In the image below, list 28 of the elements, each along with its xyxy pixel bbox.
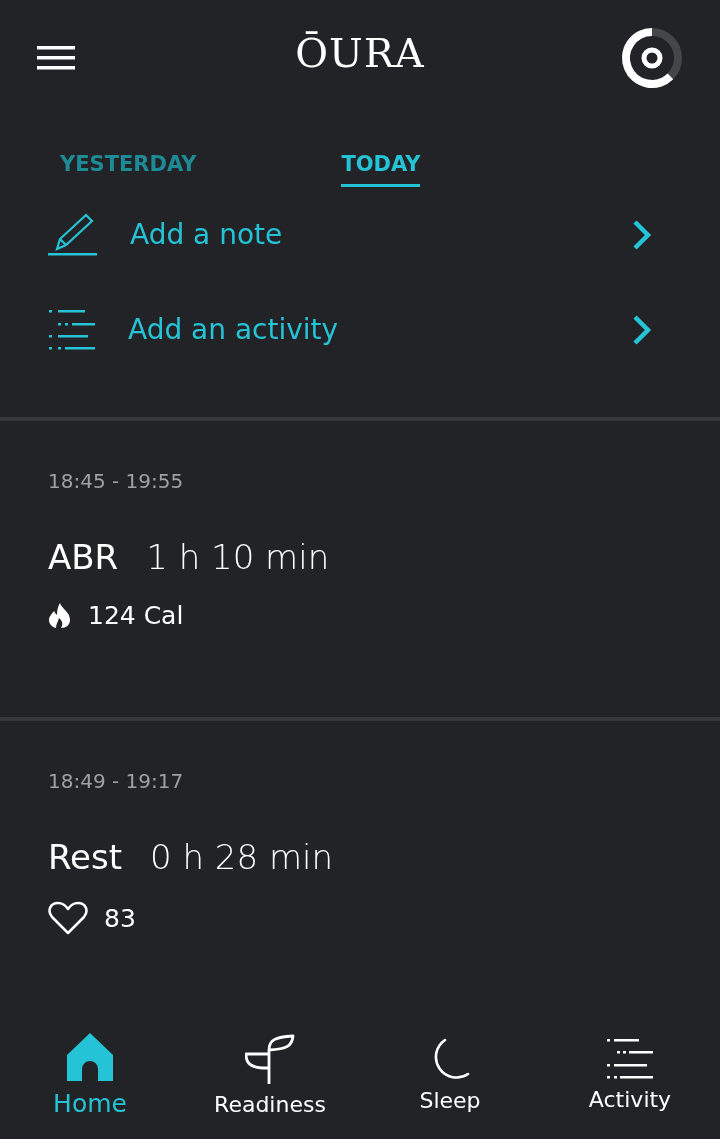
activity-name: Rest bbox=[48, 837, 123, 877]
activity-duration: 1 h 10 min bbox=[146, 537, 330, 577]
activity-duration: 0 h 28 min bbox=[150, 837, 334, 877]
logo: ŌURA bbox=[295, 30, 425, 76]
flame-icon bbox=[48, 602, 72, 629]
home-icon bbox=[67, 1032, 113, 1081]
action-link[interactable]: Add an activity bbox=[128, 313, 600, 346]
activity-metric: 124 Cal bbox=[88, 601, 184, 630]
chevron-right-icon[interactable] bbox=[632, 313, 652, 346]
action-link[interactable]: Add a note bbox=[130, 218, 600, 251]
nav-tab[interactable]: Home bbox=[0, 1023, 180, 1139]
nav-tab[interactable]: Readiness bbox=[180, 1023, 360, 1139]
activity-name: ABR bbox=[48, 537, 119, 577]
ring-icon[interactable] bbox=[620, 25, 684, 90]
pencil-icon bbox=[48, 212, 98, 257]
list-icon bbox=[607, 1038, 653, 1079]
activity-metric: 83 bbox=[104, 903, 136, 933]
heart-icon bbox=[48, 901, 88, 935]
nav-tab[interactable]: Activity bbox=[540, 1023, 720, 1139]
list-icon bbox=[48, 309, 96, 350]
time-range: 18:45 - 19:55 bbox=[48, 469, 185, 493]
day-tab[interactable]: YESTERDAY bbox=[60, 115, 197, 187]
time-range: 18:49 - 19:17 bbox=[48, 769, 185, 793]
nav-tab[interactable]: Sleep bbox=[360, 1023, 540, 1139]
menu-icon[interactable] bbox=[37, 45, 75, 70]
day-tab[interactable]: TODAY bbox=[341, 115, 421, 187]
chevron-right-icon[interactable] bbox=[632, 218, 652, 251]
sprout-icon bbox=[245, 1033, 295, 1084]
